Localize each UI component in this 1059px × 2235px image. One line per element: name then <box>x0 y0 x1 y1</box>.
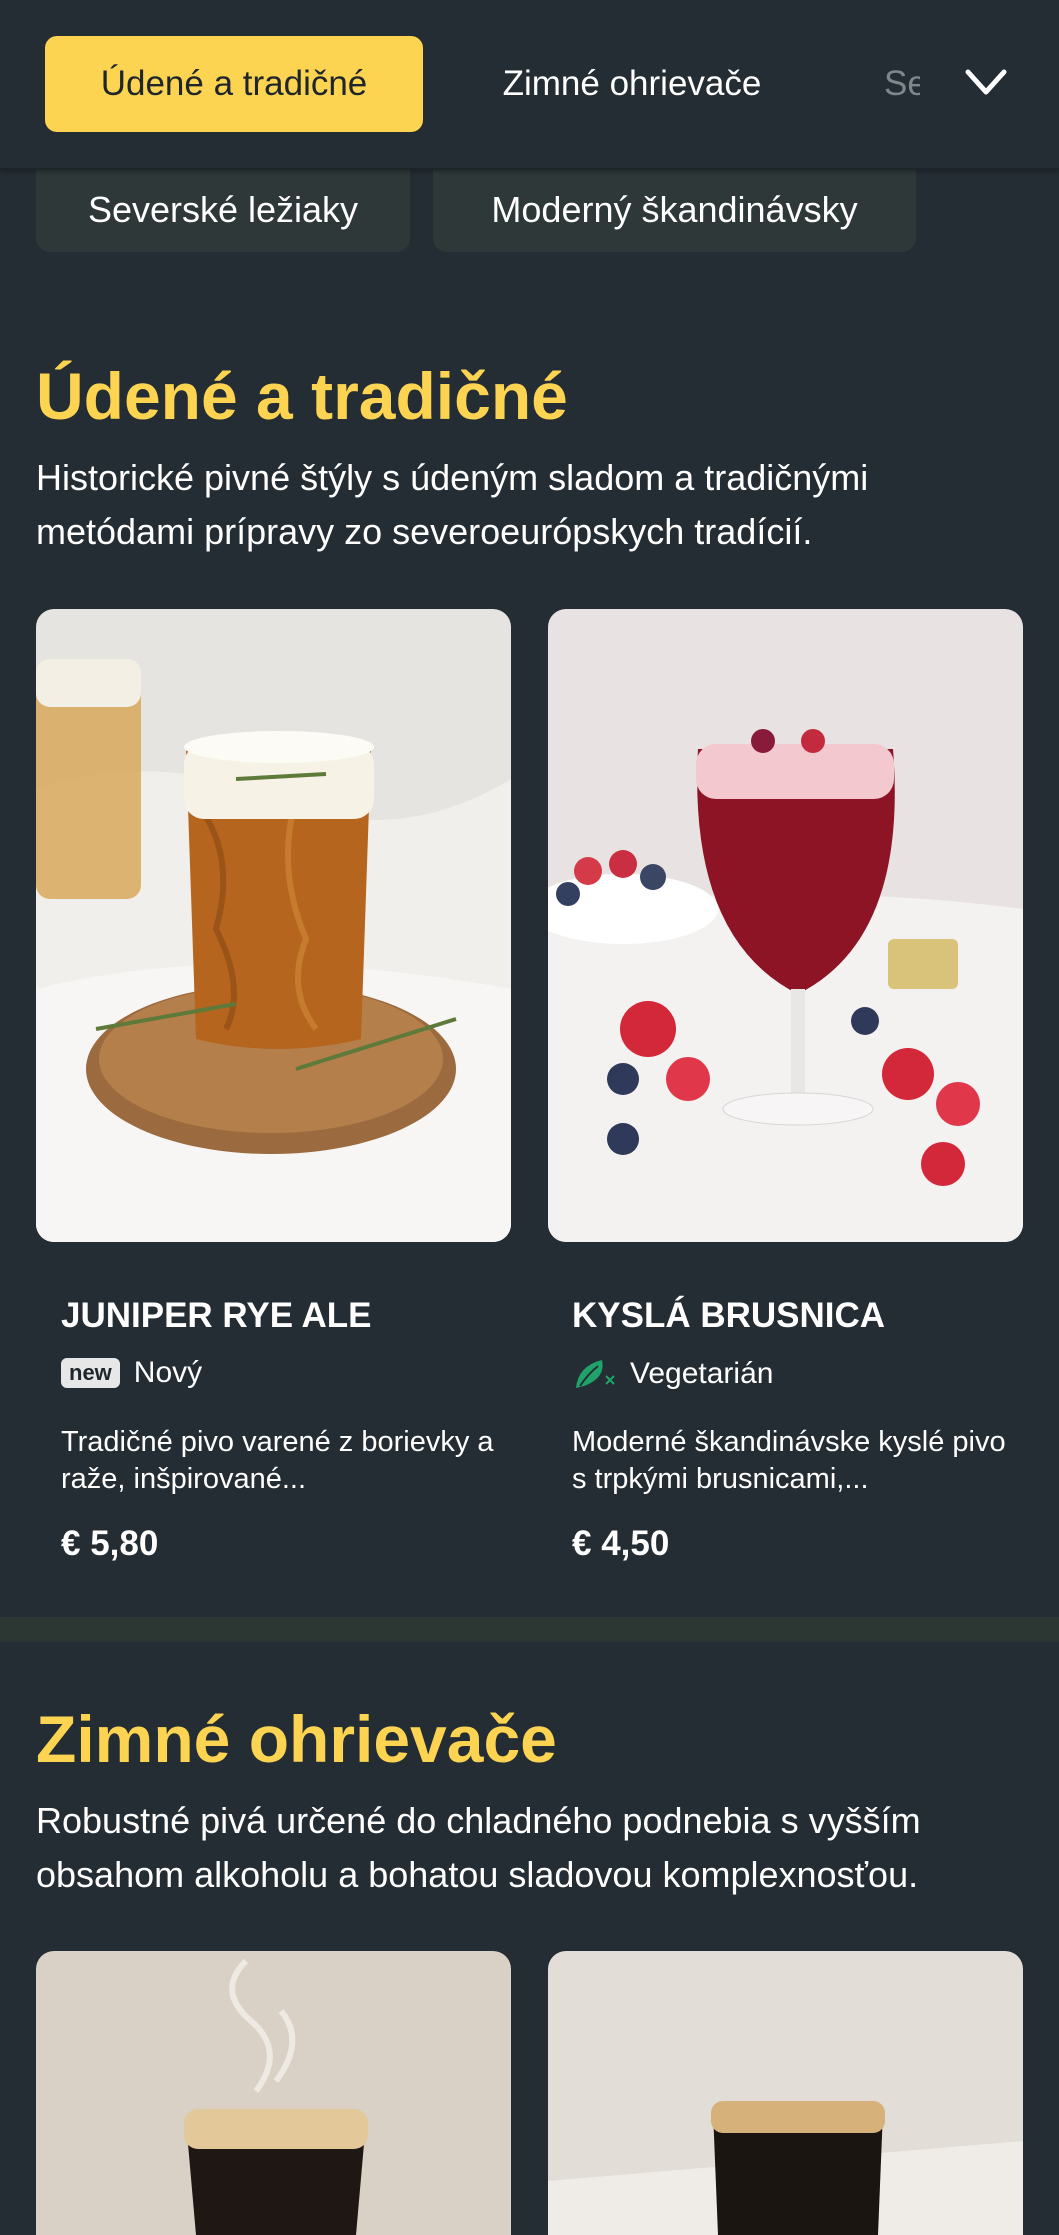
chip-moderny-skandinavsky[interactable]: Moderný škandinávsky <box>433 168 916 252</box>
product-price: € 4,50 <box>572 1524 670 1563</box>
chip-severske-leziaky[interactable]: Severské ležiaky <box>36 168 410 252</box>
product-description: Tradičné pivo varené z borievky a raže, … <box>61 1426 494 1495</box>
product-name[interactable]: JUNIPER RYE ALE <box>61 1296 372 1336</box>
section-divider <box>0 1617 1059 1642</box>
tab-severske-leziaky[interactable]: Severské ležiaky <box>884 36 920 132</box>
category-tab-bar: Údené a tradičné Zimné ohrievače Seversk… <box>0 0 1059 170</box>
badge-label: Nový <box>133 1356 203 1389</box>
product-image[interactable] <box>36 1951 511 2235</box>
section-title: Údené a tradičné <box>36 359 568 433</box>
product-image-kysla-brusnica[interactable] <box>548 609 1023 1242</box>
badge-label: Vegetarián <box>630 1357 774 1390</box>
section-description: Robustné pivá určené do chladného podneb… <box>36 1800 921 1895</box>
section-title: Zimné ohrievače <box>36 1702 557 1776</box>
product-price: € 5,80 <box>61 1524 159 1563</box>
subcategory-chips: Severské ležiaky Moderný škandinávsky <box>0 168 1059 252</box>
tab-udene-a-tradicne[interactable]: Údené a tradičné <box>45 36 423 132</box>
product-badge: new Nový <box>61 1356 202 1390</box>
product-image[interactable] <box>548 1951 1023 2235</box>
product-badge: Vegetarián <box>572 1356 773 1392</box>
chevron-down-icon[interactable] <box>962 62 1010 102</box>
section-description: Historické pivné štýly s údeným sladom a… <box>36 457 869 552</box>
product-name[interactable]: KYSLÁ BRUSNICA <box>572 1296 885 1336</box>
vegetarian-leaf-icon <box>576 1360 615 1388</box>
new-badge-icon: new <box>61 1358 120 1388</box>
tab-zimne-ohrievace[interactable]: Zimné ohrievače <box>462 36 802 132</box>
product-image-juniper-rye-ale[interactable] <box>36 609 511 1242</box>
product-description: Moderné škandinávske kyslé pivo s trpkým… <box>572 1426 1006 1495</box>
